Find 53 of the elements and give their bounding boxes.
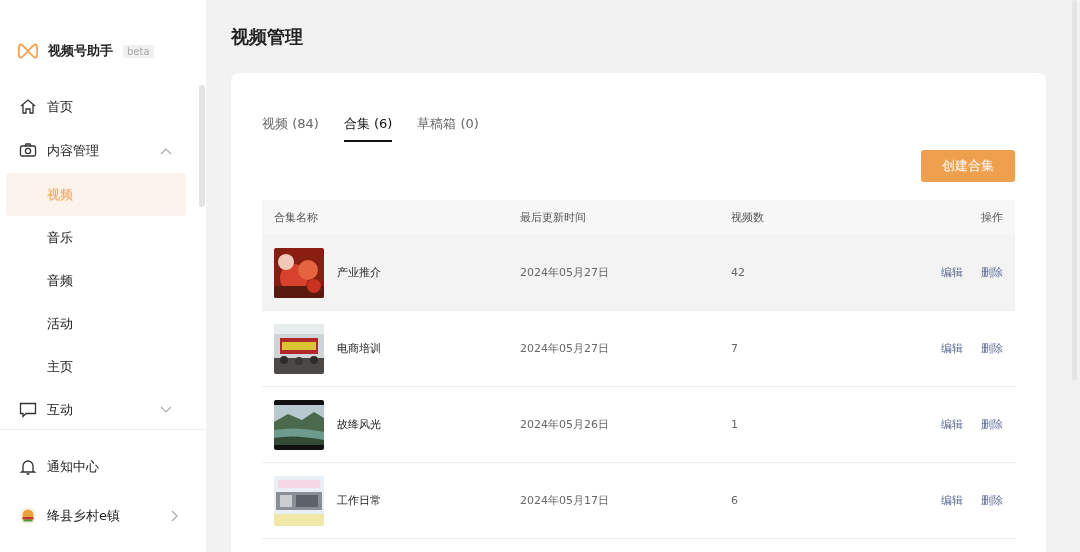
action-link[interactable]: 删除 — [981, 418, 1003, 431]
column-header: 最后更新时间 — [519, 210, 587, 225]
tab[interactable]: 合集 (6) — [343, 115, 393, 142]
home-icon — [19, 98, 37, 116]
table-cell-text: 2024年05月26日 — [519, 417, 610, 432]
nav-subitem[interactable]: 音乐 — [6, 216, 186, 259]
collection-name: 产业推介 — [337, 265, 381, 280]
chevron-icon — [160, 406, 172, 414]
nav-item[interactable]: 绛县乡村e镇 — [6, 491, 193, 540]
table-cell-text: 7 — [730, 342, 739, 355]
action-link[interactable]: 编辑 — [941, 266, 963, 279]
table-row[interactable]: 产业推介 2024年05月27日 42 编辑 删除 — [262, 235, 1015, 311]
nav-subitem[interactable]: 主页 — [6, 345, 186, 388]
table-cell-text: 2024年05月17日 — [519, 493, 610, 508]
action-link[interactable]: 删除 — [981, 266, 1003, 279]
avatar-icon — [19, 506, 37, 525]
column-header: 视频数 — [730, 210, 765, 225]
table-cell-text: 6 — [730, 494, 739, 507]
action-link[interactable]: 编辑 — [941, 494, 963, 507]
column-header: 操作 — [980, 210, 1004, 225]
camera-icon — [19, 142, 37, 160]
app-name: 视频号助手 — [48, 42, 113, 60]
nav-item[interactable]: 通知中心 — [6, 442, 193, 491]
tab[interactable]: 草稿箱 (0) — [417, 115, 479, 142]
chevron-icon — [160, 147, 172, 155]
bell-icon — [19, 457, 37, 476]
nav-item[interactable]: 互动 — [6, 388, 186, 429]
logo-icon — [18, 42, 38, 60]
table-cell-text: 2024年05月27日 — [519, 341, 610, 356]
scrollbar[interactable] — [199, 85, 205, 207]
table-cell-text: 2024年05月27日 — [519, 265, 610, 280]
tab[interactable]: 视频 (84) — [262, 115, 319, 142]
column-header: 合集名称 — [273, 210, 319, 225]
nav-item[interactable]: 首页 — [6, 85, 186, 129]
table-row[interactable]: 电商培训 2024年05月27日 7 编辑 删除 — [262, 311, 1015, 387]
table-row[interactable]: 工作日常 2024年05月17日 6 编辑 删除 — [262, 463, 1015, 539]
chat-icon — [19, 401, 37, 419]
action-link[interactable]: 编辑 — [941, 418, 963, 431]
nav-subitem[interactable]: 音频 — [6, 259, 186, 302]
table-row[interactable]: 故绛风光 2024年05月26日 1 编辑 删除 — [262, 387, 1015, 463]
action-link[interactable]: 删除 — [981, 342, 1003, 355]
page-title: 视频管理 — [231, 25, 304, 49]
action-link[interactable]: 编辑 — [941, 342, 963, 355]
collection-name: 故绛风光 — [337, 417, 381, 432]
collection-name: 电商培训 — [337, 341, 381, 356]
nav-item[interactable]: 内容管理 — [6, 129, 186, 173]
collection-name: 工作日常 — [337, 493, 381, 508]
table-cell-text: 1 — [730, 418, 739, 431]
chevron-right-icon — [171, 509, 179, 522]
table-cell-text: 42 — [730, 266, 746, 279]
action-link[interactable]: 删除 — [981, 494, 1003, 507]
beta-badge: beta — [123, 44, 154, 58]
nav-subitem[interactable]: 活动 — [6, 302, 186, 345]
